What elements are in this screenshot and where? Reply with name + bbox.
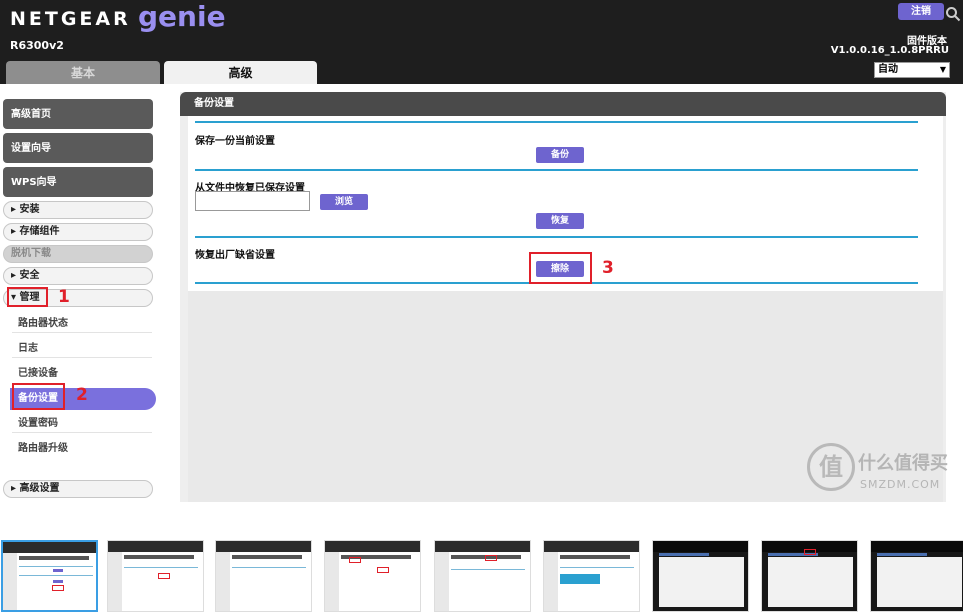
watermark-logo: 值: [807, 443, 855, 491]
sidebar-item-storage[interactable]: ▸ 存储组件: [3, 223, 153, 241]
sidebar-sub-logs[interactable]: 日志: [18, 339, 38, 354]
divider: [195, 121, 918, 123]
thumbnail-8[interactable]: [761, 540, 858, 612]
thumbnail-1[interactable]: [1, 540, 98, 612]
browse-button[interactable]: 浏览: [320, 194, 368, 210]
language-select[interactable]: 自动 ▼: [874, 62, 950, 78]
thumbnail-4[interactable]: [324, 540, 421, 612]
backup-button[interactable]: 备份: [536, 147, 584, 163]
sidebar-sub-attached-devices[interactable]: 已接设备: [18, 364, 58, 379]
annotation-box-erase: [529, 252, 592, 284]
chevron-down-icon: ▼: [939, 65, 946, 74]
thumbnail-3[interactable]: [215, 540, 312, 612]
tab-advanced[interactable]: 高级: [164, 61, 317, 84]
annotation-step-2: 2: [76, 385, 88, 405]
sidebar-wps-wizard[interactable]: WPS向导: [3, 167, 153, 197]
search-icon[interactable]: [945, 6, 961, 22]
section-factory-reset-label: 恢复出厂缺省设置: [195, 250, 275, 261]
sidebar-sub-set-password[interactable]: 设置密码: [18, 414, 58, 429]
sidebar-sub-router-status[interactable]: 路由器状态: [18, 314, 68, 329]
sidebar-item-offline-download: 脱机下载: [3, 245, 153, 263]
watermark-domain: SMZDM.COM: [860, 478, 941, 491]
sidebar-sub-router-upgrade[interactable]: 路由器升级: [18, 439, 68, 454]
router-model: R6300v2: [10, 39, 64, 52]
panel-title: 备份设置: [180, 92, 946, 116]
annotation-step-1: 1: [58, 287, 70, 307]
language-value: 自动: [878, 64, 898, 75]
annotation-box-backup: [12, 383, 65, 410]
sidebar-item-setup[interactable]: ▸ 安装: [3, 201, 153, 219]
thumbnail-6[interactable]: [543, 540, 640, 612]
divider: [12, 332, 152, 333]
watermark-text: 什么值得买: [858, 453, 948, 474]
logout-button[interactable]: 注销: [898, 3, 944, 20]
tab-basic[interactable]: 基本: [6, 61, 160, 84]
sidebar-item-advanced-setup[interactable]: ▸ 高级设置: [3, 480, 153, 498]
thumbnail-5[interactable]: [434, 540, 531, 612]
netgear-logo: NETGEAR: [10, 8, 131, 30]
restore-file-input[interactable]: [195, 191, 310, 211]
genie-logo: genie: [138, 0, 226, 33]
annotation-step-3: 3: [602, 258, 614, 278]
divider: [12, 432, 152, 433]
annotation-box-management: [7, 287, 48, 307]
divider: [12, 357, 152, 358]
sidebar-setup-wizard[interactable]: 设置向导: [3, 133, 153, 163]
thumbnail-7[interactable]: [652, 540, 749, 612]
divider: [195, 169, 918, 171]
thumbnail-9[interactable]: [870, 540, 963, 612]
divider: [195, 236, 918, 238]
sidebar-item-security[interactable]: ▸ 安全: [3, 267, 153, 285]
section-backup-label: 保存一份当前设置: [195, 136, 275, 147]
restore-button[interactable]: 恢复: [536, 213, 584, 229]
page: NETGEAR genie R6300v2 注销 固件版本 V1.0.0.16_…: [0, 0, 963, 612]
firmware-version: V1.0.0.16_1.0.8PRRU: [830, 45, 949, 56]
thumbnail-2[interactable]: [107, 540, 204, 612]
sidebar-advanced-home[interactable]: 高级首页: [3, 99, 153, 129]
top-header: NETGEAR genie R6300v2 注销 固件版本 V1.0.0.16_…: [0, 0, 963, 84]
